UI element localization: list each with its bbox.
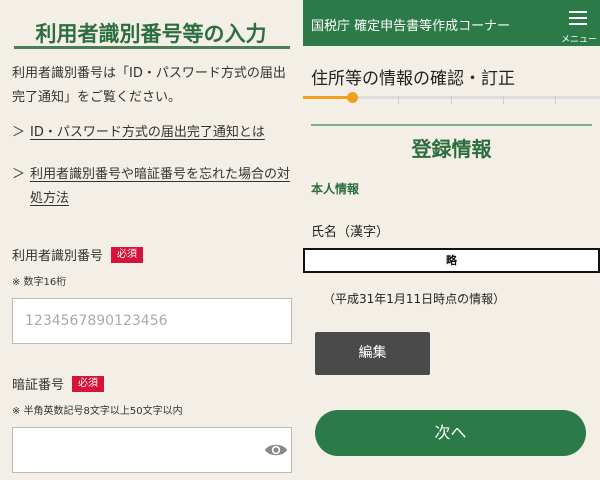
description-text: 利用者識別番号は「ID・パスワード方式の届出完了通知」をご覧ください。 (12, 66, 286, 105)
eye-icon[interactable] (264, 441, 288, 459)
subsection-heading: 本人情報 (311, 182, 360, 196)
menu-label: メニュー (560, 35, 597, 45)
menu-button[interactable]: メニュー (558, 8, 600, 45)
progress-tick (451, 96, 452, 104)
title-underline (14, 46, 290, 49)
step-title: 住所等の情報の確認・訂正 (311, 69, 515, 89)
password-input[interactable] (12, 427, 292, 473)
link-notification-about[interactable]: ＞ ID・パスワード方式の届出完了通知とは (12, 121, 292, 145)
app-header: 国税庁 確定申告書等作成コーナー メニュー (303, 0, 600, 46)
progress-tick (398, 96, 399, 104)
progress-tick (555, 96, 556, 104)
user-id-label-text: 利用者識別番号 (12, 249, 104, 264)
link-label: ID・パスワード方式の届出完了通知とは (30, 125, 265, 140)
required-badge: 必須 (72, 375, 105, 392)
progress-tick (503, 96, 504, 104)
edit-button[interactable]: 編集 (315, 332, 430, 375)
page-title: 利用者識別番号等の入力 (35, 22, 267, 46)
app-title: 国税庁 確定申告書等作成コーナー (311, 19, 511, 34)
login-panel: 利用者識別番号等の入力 利用者識別番号は「ID・パスワード方式の届出完了通知」を… (0, 0, 302, 480)
chevron-right-icon: ＞ (12, 167, 26, 182)
name-label: 氏名（漢字） (311, 225, 390, 240)
name-value: 略 (303, 248, 600, 273)
password-note: ※ 半角英数記号8文字以上50文字以内 (12, 406, 183, 417)
progress-fill (303, 96, 348, 99)
section-title: 登録情報 (411, 137, 492, 161)
link-label: 利用者識別番号や暗証番号を忘れた場合の対処方法 (30, 167, 291, 206)
password-label: 暗証番号 必須 (12, 374, 105, 393)
next-button[interactable]: 次へ (315, 410, 586, 456)
confirmation-panel: 国税庁 確定申告書等作成コーナー メニュー 住所等の情報の確認・訂正 登録情報 … (303, 0, 600, 480)
link-forgot-credentials[interactable]: ＞ 利用者識別番号や暗証番号を忘れた場合の対処方法 (12, 163, 292, 211)
section-divider (311, 124, 592, 126)
required-badge: 必須 (111, 246, 144, 263)
user-id-label: 利用者識別番号 必須 (12, 245, 144, 264)
date-note: （平成31年1月11日時点の情報） (323, 292, 506, 306)
chevron-right-icon: ＞ (12, 125, 26, 140)
user-id-input[interactable] (12, 298, 292, 344)
password-label-text: 暗証番号 (12, 378, 65, 393)
user-id-note: ※ 数字16桁 (12, 277, 67, 288)
progress-marker (347, 92, 358, 103)
